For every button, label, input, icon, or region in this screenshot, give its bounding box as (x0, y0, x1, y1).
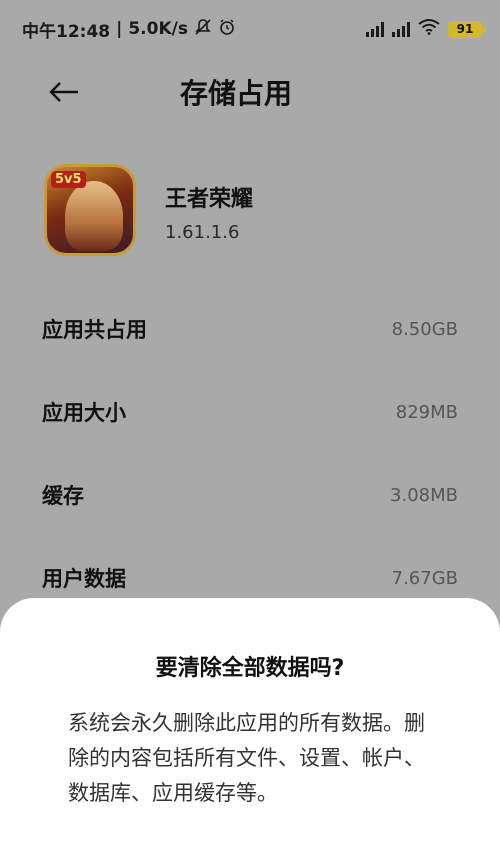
dialog-message: 系统会永久删除此应用的所有数据。删除的内容包括所有文件、设置、帐户、数据库、应用… (68, 711, 425, 805)
row-value: 8.50GB (391, 318, 458, 340)
status-right: 91 (366, 18, 486, 40)
back-button[interactable] (44, 76, 84, 110)
screen: 中午12:48 | 5.0K/s 91 存储占用 5v5 王者荣耀 1.61.1… (0, 0, 500, 866)
arrow-left-icon (48, 76, 80, 110)
signal-hd-icon (392, 21, 410, 37)
row-value: 3.08MB (390, 484, 458, 506)
network-speed: 5.0K/s (128, 19, 188, 39)
row-value: 829MB (395, 401, 458, 423)
status-separator: | (116, 19, 123, 39)
row-total-usage: 应用共占用 8.50GB (42, 309, 458, 349)
signal-icon (366, 21, 384, 37)
mute-icon (194, 18, 212, 41)
row-cache: 缓存 3.08MB (42, 475, 458, 515)
battery-icon: 91 (448, 20, 486, 38)
row-label: 用户数据 (42, 567, 126, 591)
app-name: 王者荣耀 (165, 187, 254, 212)
app-icon-hero (65, 181, 123, 251)
row-label: 缓存 (42, 484, 84, 508)
row-label: 应用大小 (42, 401, 126, 425)
page-title: 存储占用 (180, 77, 293, 110)
wifi-icon (418, 18, 440, 40)
status-left: 中午12:48 | 5.0K/s (22, 17, 236, 42)
app-icon-badge: 5v5 (51, 171, 86, 188)
row-app-size: 应用大小 829MB (42, 392, 458, 432)
alarm-icon (218, 18, 236, 41)
dialog-title: 要清除全部数据吗? (155, 656, 345, 681)
status-bar: 中午12:48 | 5.0K/s 91 (0, 0, 500, 58)
row-value: 7.67GB (391, 567, 458, 589)
row-label: 应用共占用 (42, 318, 147, 342)
header: 存储占用 (0, 58, 500, 128)
app-version: 1.61.1.6 (165, 222, 240, 243)
app-icon: 5v5 (44, 164, 136, 256)
status-time: 中午12:48 (22, 21, 111, 42)
clear-data-dialog: 要清除全部数据吗? 系统会永久删除此应用的所有数据。删除的内容包括所有文件、设置… (0, 598, 500, 866)
row-user-data: 用户数据 7.67GB (42, 558, 458, 598)
